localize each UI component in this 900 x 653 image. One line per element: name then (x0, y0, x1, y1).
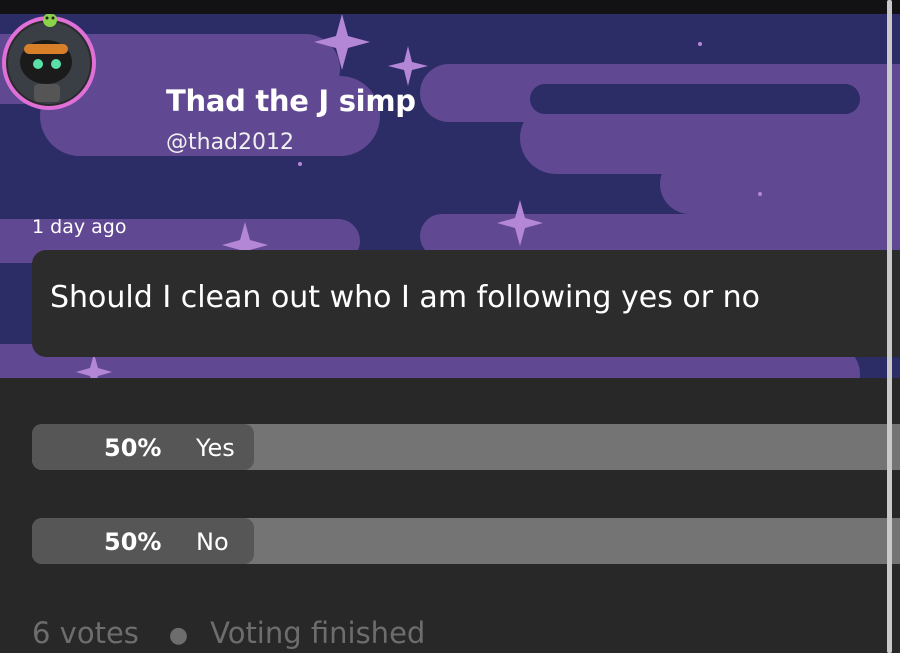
scrollbar[interactable] (887, 0, 892, 653)
top-status-bar (0, 0, 900, 14)
separator-dot-icon: ● (168, 622, 189, 648)
poll-option-percent: 50% (104, 528, 162, 556)
vote-count: 6 votes (32, 616, 139, 650)
poll-option-label: No (196, 528, 229, 556)
post-timestamp: 1 day ago (32, 216, 127, 238)
poll-option-label: Yes (196, 434, 235, 462)
poll-option-percent: 50% (104, 434, 162, 462)
poll-status: Voting finished (210, 616, 426, 650)
user-handle[interactable]: @thad2012 (166, 130, 294, 155)
poll-question-card: Should I clean out who I am following ye… (32, 250, 900, 357)
poll-option-no[interactable]: 50% No (32, 518, 900, 564)
poll-question: Should I clean out who I am following ye… (50, 280, 760, 315)
avatar[interactable] (0, 14, 98, 112)
poll-option-yes[interactable]: 50% Yes (32, 424, 900, 470)
display-name[interactable]: Thad the J simp (166, 84, 416, 118)
poll-footer: 6 votes ● Voting finished (32, 616, 425, 650)
